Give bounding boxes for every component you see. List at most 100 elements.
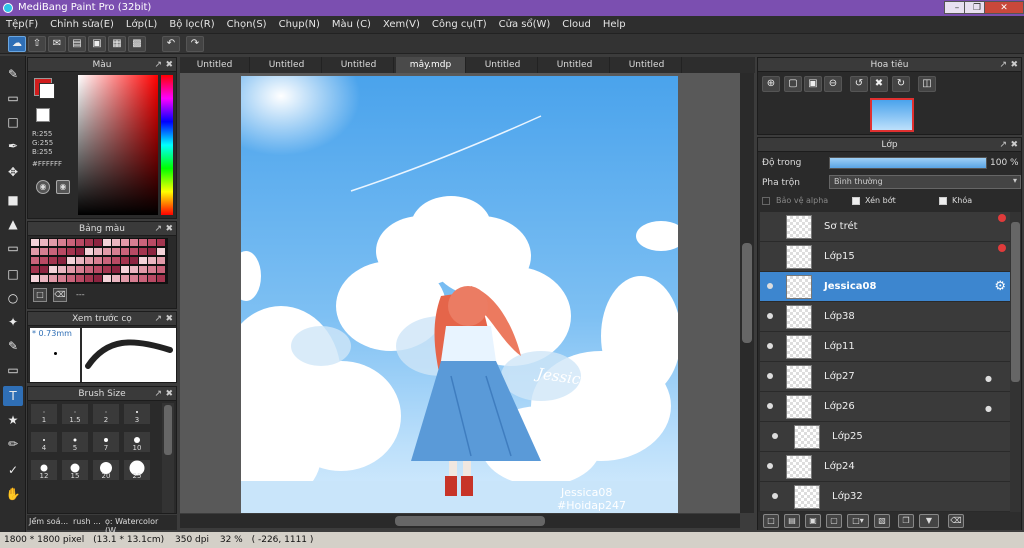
folder-icon[interactable]: ▧ — [874, 514, 890, 528]
tab-untitled-1[interactable]: Untitled — [180, 57, 250, 73]
palette-swatch[interactable] — [139, 275, 147, 282]
float-icon[interactable]: ↗ — [154, 58, 162, 72]
palette-swatch[interactable] — [139, 257, 147, 264]
menu-filter[interactable]: Bộ lọc(R) — [163, 16, 220, 34]
palette-swatch[interactable] — [49, 257, 57, 264]
canvas-vertical-scrollbar[interactable] — [740, 73, 754, 513]
layer-row[interactable]: Lớp38 — [760, 302, 1010, 332]
palette-swatch[interactable] — [148, 257, 156, 264]
upload-icon[interactable]: ⇧ — [28, 36, 46, 52]
canvas-horizontal-scrollbar[interactable] — [180, 514, 740, 528]
color-wheel-icon[interactable]: ◉ — [56, 180, 70, 194]
palette-swatch[interactable] — [76, 248, 84, 255]
palette-swatch[interactable] — [67, 257, 75, 264]
brush-size-option[interactable]: 1 — [30, 403, 58, 425]
palette-swatch[interactable] — [76, 239, 84, 246]
hue-slider[interactable] — [161, 75, 173, 215]
delete-swatch-icon[interactable]: ⌫ — [53, 288, 67, 302]
panel-close-icon[interactable]: ✖ — [165, 387, 173, 401]
select-eraser-icon[interactable]: ▭ — [3, 360, 23, 380]
palette-swatch[interactable] — [40, 266, 48, 273]
palette-swatch[interactable] — [58, 248, 66, 255]
palette-swatch[interactable] — [121, 248, 129, 255]
palette-icon[interactable]: ◉ — [36, 180, 50, 194]
palette-swatch[interactable] — [139, 248, 147, 255]
select-pen-icon[interactable]: ✎ — [3, 336, 23, 356]
palette-swatch[interactable] — [148, 266, 156, 273]
palette-swatch[interactable] — [31, 239, 39, 246]
palette-swatch[interactable] — [67, 248, 75, 255]
palette-swatch[interactable] — [130, 248, 138, 255]
pen-tool-icon[interactable]: ✒ — [3, 136, 23, 156]
new-layer-icon[interactable]: □ — [763, 514, 779, 528]
navigator-thumbnail[interactable] — [870, 98, 914, 132]
transparent-swatch[interactable] — [36, 108, 50, 122]
panel-close-icon[interactable]: ✖ — [1010, 138, 1018, 152]
palette-swatch[interactable] — [139, 266, 147, 273]
float-icon[interactable]: ↗ — [154, 222, 162, 236]
palette-swatch[interactable] — [112, 239, 120, 246]
gradient-tool-icon[interactable]: ▭ — [3, 238, 23, 258]
color-swatch-grid[interactable] — [30, 238, 168, 284]
palette-swatch[interactable] — [85, 239, 93, 246]
palette-swatch[interactable] — [121, 266, 129, 273]
palette-swatch[interactable] — [94, 266, 102, 273]
palette-swatch[interactable] — [130, 239, 138, 246]
float-icon[interactable]: ↗ — [154, 312, 162, 326]
layer-row[interactable]: Lớp27 ● — [760, 362, 1010, 392]
palette-swatch[interactable] — [58, 275, 66, 282]
eye-icon[interactable] — [772, 493, 778, 499]
dropper-tool-icon[interactable]: ✓ — [3, 460, 23, 480]
eye-icon[interactable] — [767, 343, 773, 349]
new-swatch-icon[interactable]: □ — [33, 288, 47, 302]
float-icon[interactable]: ↗ — [154, 387, 162, 401]
menu-view[interactable]: Xem(V) — [377, 16, 426, 34]
add-layer-dropdown-icon[interactable]: □▾ — [847, 514, 869, 528]
palette-swatch[interactable] — [121, 257, 129, 264]
palette-swatch[interactable] — [148, 239, 156, 246]
rotate-left-icon[interactable]: ↺ — [850, 76, 868, 92]
palette-swatch[interactable] — [157, 275, 165, 282]
layer-row[interactable]: Lớp32 — [760, 482, 1010, 512]
menu-layer[interactable]: Lớp(L) — [120, 16, 163, 34]
menu-select[interactable]: Chọn(S) — [221, 16, 273, 34]
palette-swatch[interactable] — [58, 239, 66, 246]
panel-close-icon[interactable]: ✖ — [165, 222, 173, 236]
brush-size-option[interactable]: 4 — [30, 431, 58, 453]
copy-layer-icon[interactable]: ▢ — [826, 514, 842, 528]
layer-row-selected[interactable]: Jessica08 ⚙ — [760, 272, 1010, 302]
panel-close-icon[interactable]: ✖ — [165, 312, 173, 326]
palette-swatch[interactable] — [85, 275, 93, 282]
palette-swatch[interactable] — [94, 248, 102, 255]
palette-swatch[interactable] — [157, 239, 165, 246]
palette-swatch[interactable] — [31, 248, 39, 255]
palette-swatch[interactable] — [121, 239, 129, 246]
palette-swatch[interactable] — [76, 275, 84, 282]
palette-swatch[interactable] — [40, 275, 48, 282]
zoom-fit-icon[interactable]: ▢ — [784, 76, 802, 92]
reset-view-icon[interactable]: ✖ — [870, 76, 888, 92]
clip-checkbox[interactable] — [852, 197, 860, 205]
duplicate-icon[interactable]: ❐ — [898, 514, 914, 528]
brush-size-option[interactable]: 2 — [92, 403, 120, 425]
palette-swatch[interactable] — [94, 257, 102, 264]
palette-swatch[interactable] — [112, 257, 120, 264]
palette-swatch[interactable] — [103, 257, 111, 264]
palette-swatch[interactable] — [40, 239, 48, 246]
brush-size-option[interactable]: 3 — [123, 403, 151, 425]
palette-swatch[interactable] — [103, 266, 111, 273]
palette-swatch[interactable] — [148, 275, 156, 282]
palette-swatch[interactable] — [31, 266, 39, 273]
brush-size-option[interactable]: 25 — [123, 459, 151, 481]
gear-icon[interactable]: ⚙ — [994, 279, 1006, 294]
palette-swatch[interactable] — [40, 248, 48, 255]
layer-row[interactable]: Lớp11 — [760, 332, 1010, 362]
menu-tools[interactable]: Công cụ(T) — [426, 16, 493, 34]
palette-swatch[interactable] — [112, 275, 120, 282]
eye-icon[interactable] — [772, 433, 778, 439]
brush-size-option[interactable]: 5 — [61, 431, 89, 453]
palette-swatch[interactable] — [148, 248, 156, 255]
page-icon[interactable]: ▤ — [68, 36, 86, 52]
palette-swatch[interactable] — [112, 266, 120, 273]
menu-file[interactable]: Tệp(F) — [0, 16, 44, 34]
